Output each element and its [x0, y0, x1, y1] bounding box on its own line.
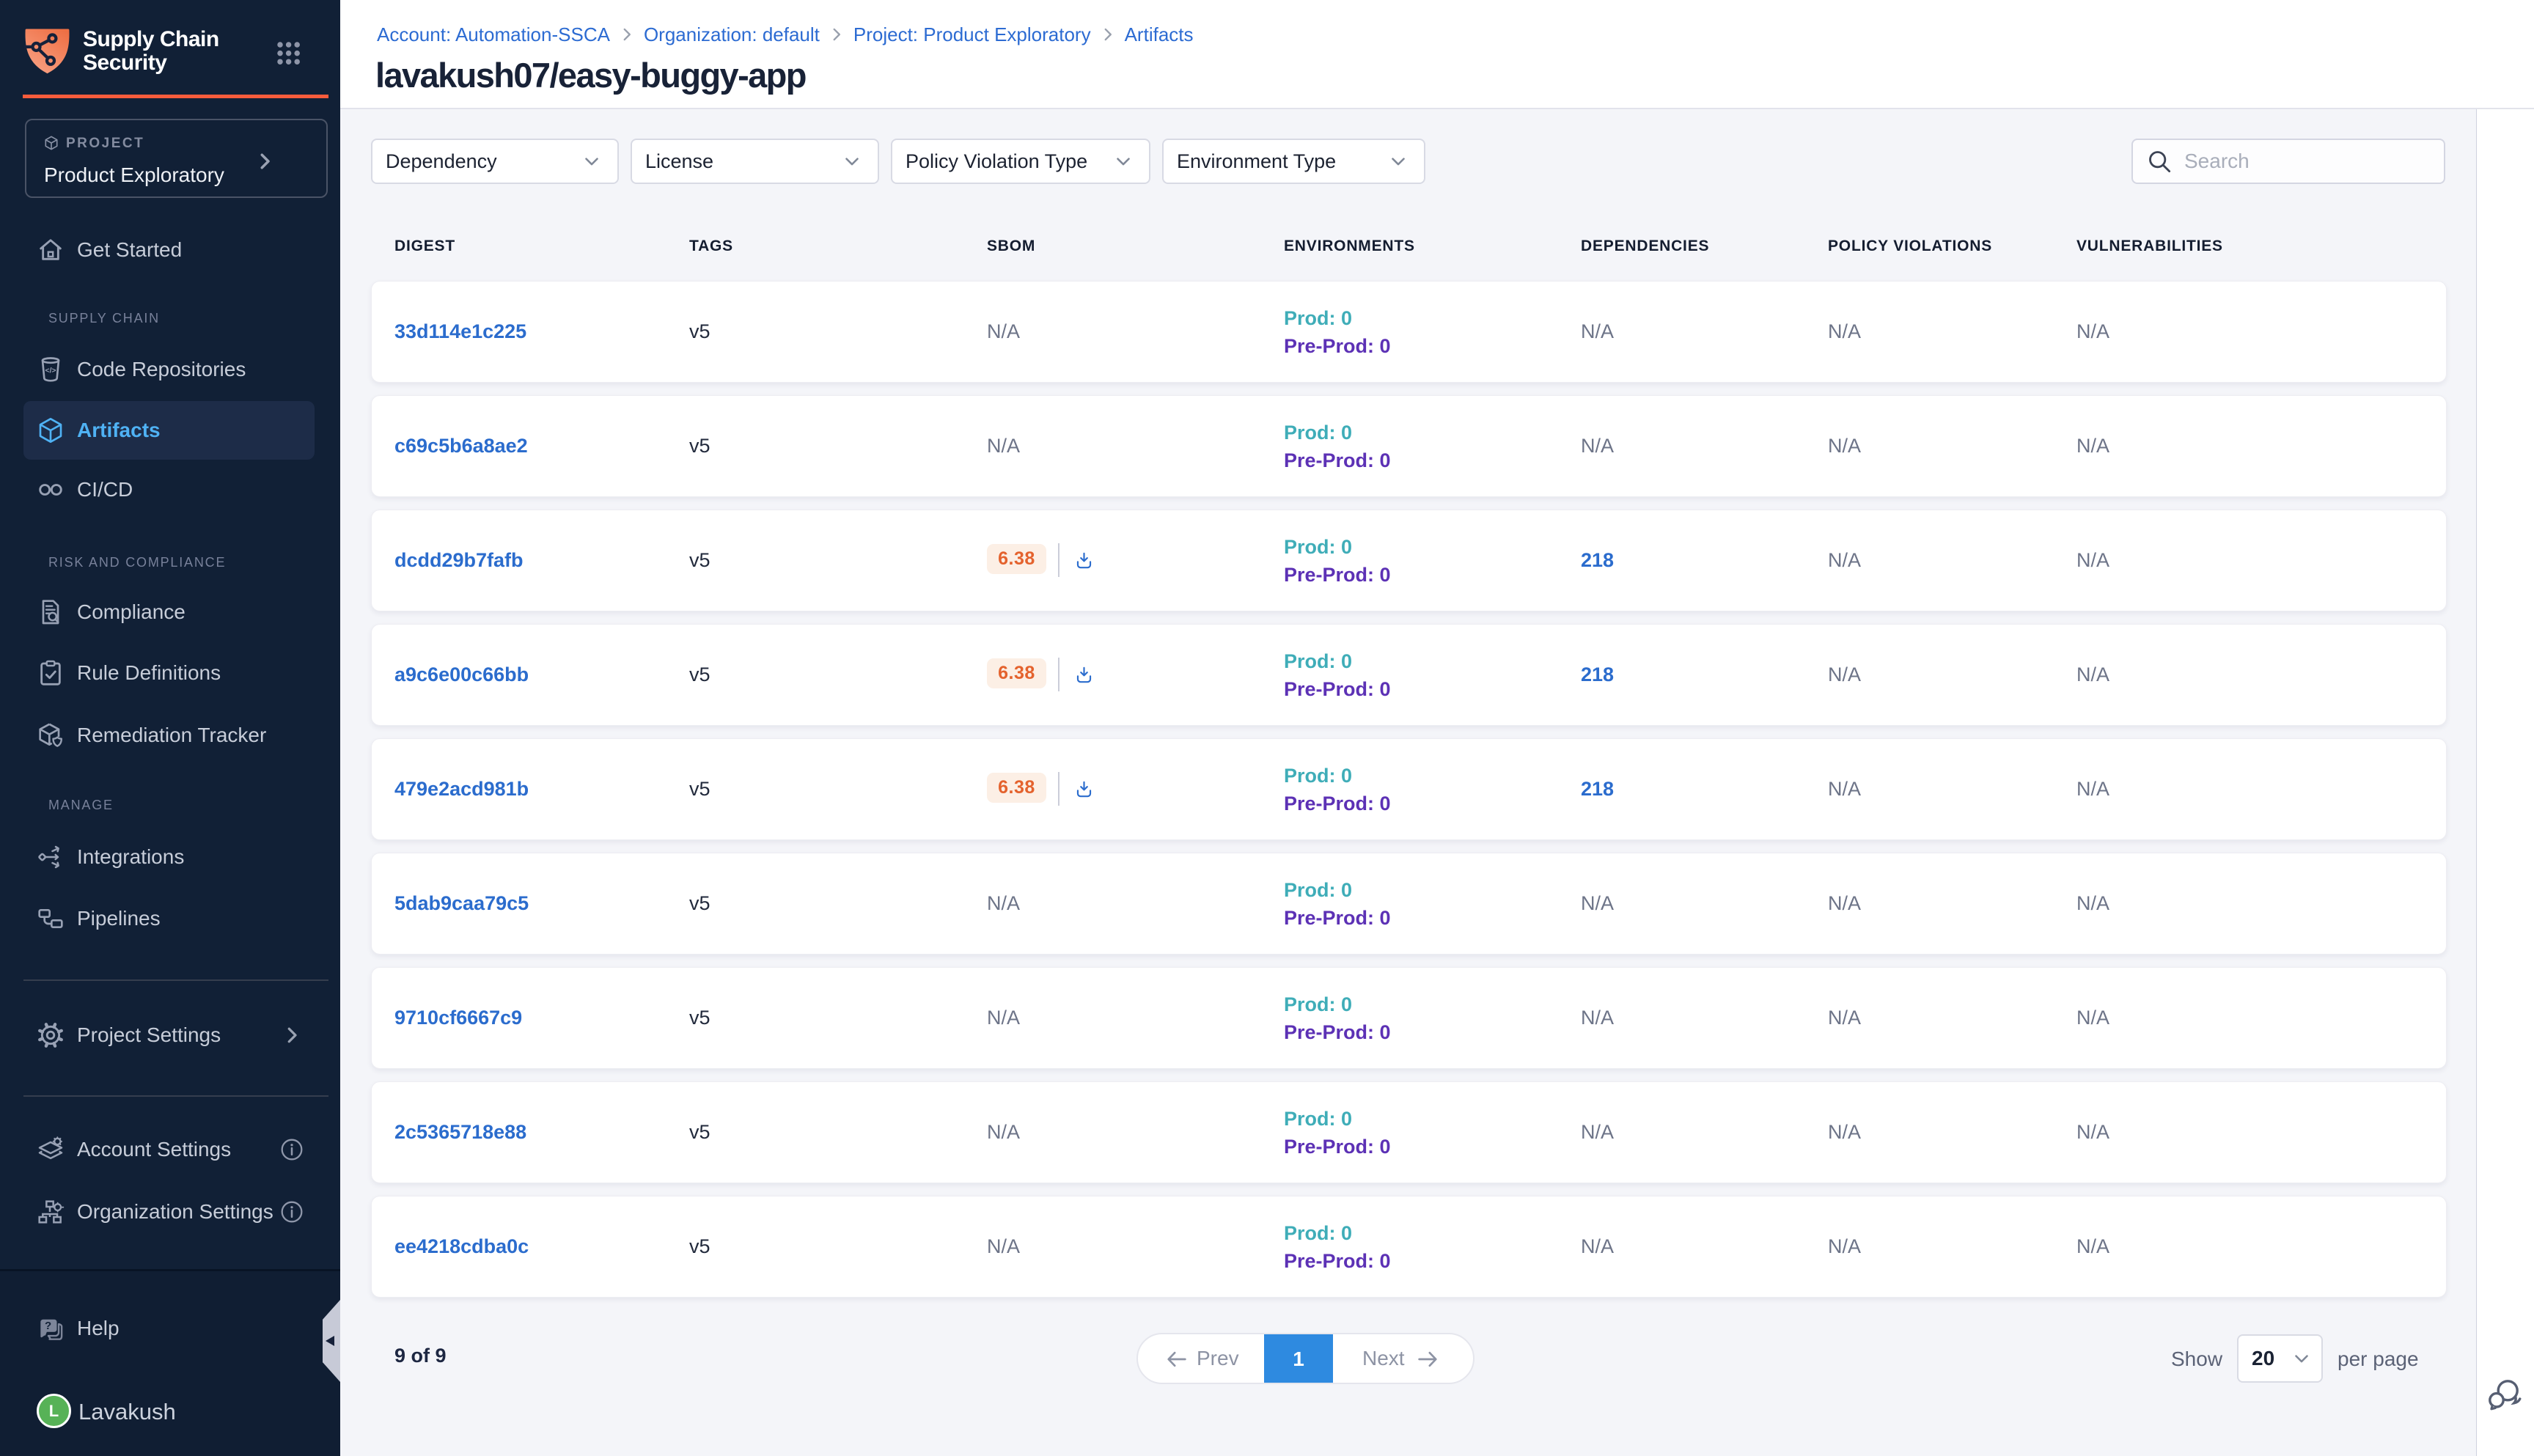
svg-text:?: ? [45, 1320, 51, 1332]
svg-text:</>: </> [45, 367, 56, 375]
